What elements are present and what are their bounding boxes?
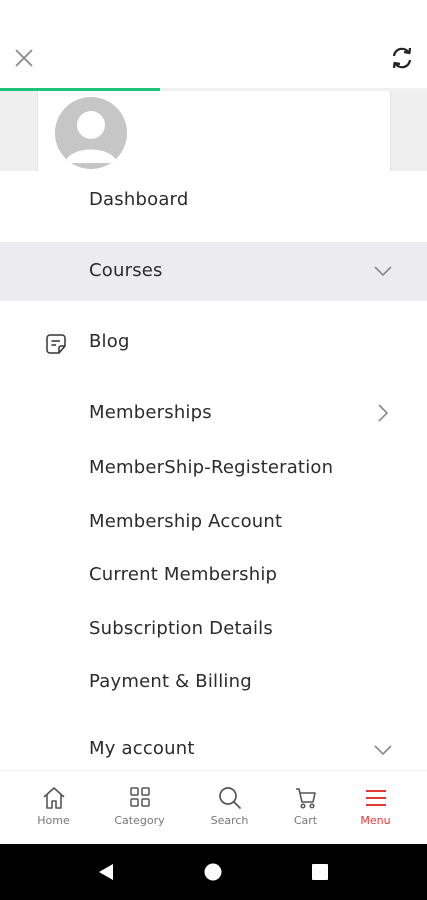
search-icon [218, 787, 241, 809]
blog-note-icon [46, 334, 66, 354]
menu-item-label: Dashboard [89, 189, 189, 210]
close-icon [15, 49, 33, 67]
menu-item-label: Payment & Billing [89, 671, 252, 692]
home-icon [42, 787, 65, 809]
menu-item-courses[interactable]: Courses [0, 242, 427, 301]
menu-item-membership-account[interactable]: Membership Account [0, 498, 427, 548]
avatar-placeholder-icon [55, 97, 127, 169]
nav-search[interactable]: Search [187, 771, 272, 845]
top-bar [0, 0, 427, 91]
menu-item-label: Blog [89, 331, 130, 352]
nav-category-label: Category [114, 814, 165, 827]
home-circle-icon[interactable] [204, 863, 222, 881]
cart-icon [295, 788, 316, 809]
back-icon[interactable] [96, 862, 116, 882]
bottom-nav: Home Category Search Cart Menu [0, 770, 427, 844]
menu-item-current-membership[interactable]: Current Membership [0, 551, 427, 601]
profile-area [0, 91, 427, 171]
menu-item-label: Memberships [89, 402, 212, 423]
nav-menu-label: Menu [360, 814, 391, 827]
menu-item-label: My account [89, 738, 195, 759]
chevron-down-icon[interactable] [372, 739, 394, 761]
menu-item-memberships[interactable]: Memberships [0, 389, 427, 439]
nav-menu[interactable]: Menu [333, 771, 418, 845]
refresh-button[interactable] [389, 45, 415, 71]
menu-item-payment-billing[interactable]: Payment & Billing [0, 658, 427, 708]
menu-item-label: Current Membership [89, 564, 278, 585]
menu-item-label: Subscription Details [89, 618, 273, 639]
refresh-icon [392, 47, 412, 69]
menu-item-label: Membership Account [89, 511, 283, 532]
chevron-right-icon[interactable] [372, 402, 394, 424]
menu-item-label: Courses [89, 260, 163, 281]
nav-home-label: Home [37, 814, 70, 827]
close-button[interactable] [12, 46, 36, 70]
menu-item-my-account[interactable]: My account [0, 726, 427, 770]
menu-icon [365, 790, 386, 806]
menu-item-subscription-details[interactable]: Subscription Details [0, 605, 427, 655]
menu-item-membership-registration[interactable]: MemberShip-Registeration [0, 444, 427, 494]
grid-icon [129, 787, 150, 807]
recents-icon[interactable] [312, 864, 328, 880]
chevron-down-icon[interactable] [372, 260, 394, 282]
profile-card [37, 91, 391, 171]
nav-home[interactable]: Home [11, 771, 96, 845]
menu-item-dashboard[interactable]: Dashboard [0, 171, 427, 242]
system-navigation-bar [0, 844, 427, 900]
avatar[interactable] [55, 97, 127, 169]
menu-item-blog[interactable]: Blog [0, 316, 427, 372]
nav-search-label: Search [210, 814, 249, 827]
menu-item-label: MemberShip-Registeration [89, 457, 334, 478]
nav-category[interactable]: Category [97, 771, 182, 845]
